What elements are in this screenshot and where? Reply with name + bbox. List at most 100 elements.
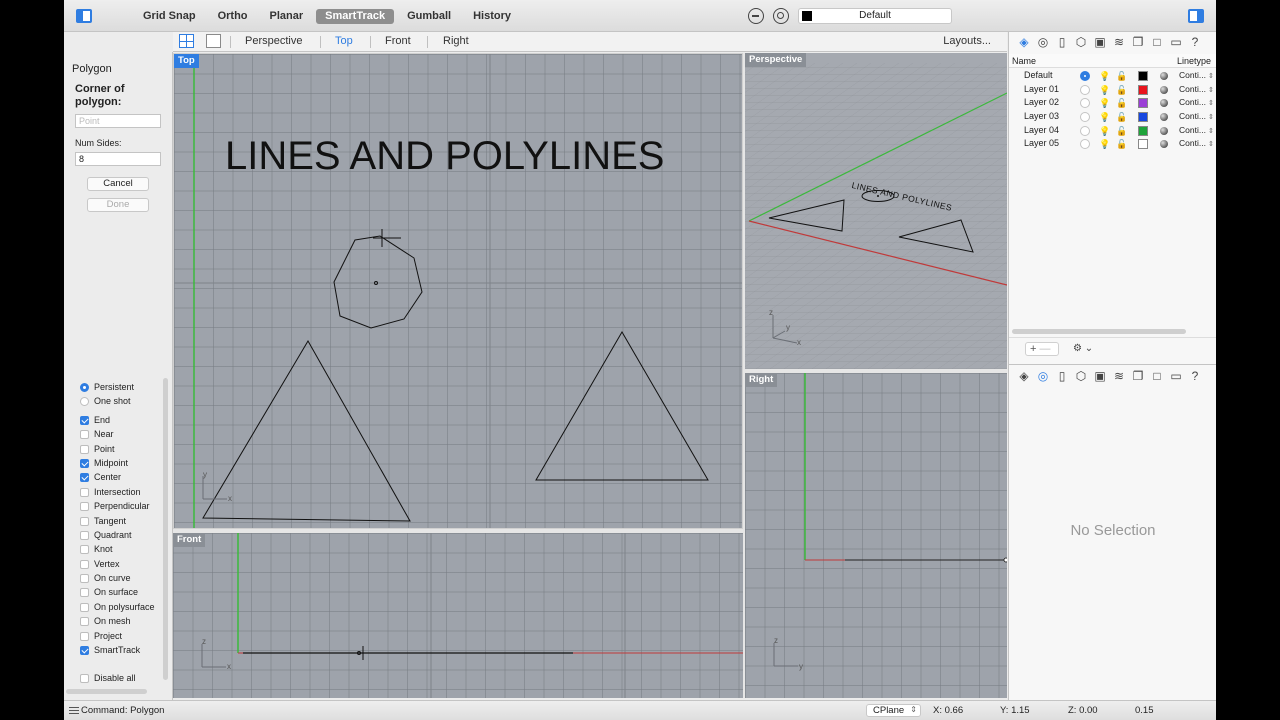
bulb-icon[interactable]: 💡 bbox=[1099, 138, 1110, 151]
display-icon[interactable]: ▭ bbox=[1169, 369, 1183, 383]
triangle-left[interactable] bbox=[202, 340, 411, 522]
osnap-end[interactable]: End bbox=[79, 413, 163, 427]
layer-row[interactable]: Layer 05 💡 🔓 Conti... bbox=[1009, 137, 1216, 151]
help-icon[interactable]: ? bbox=[1188, 35, 1202, 49]
osnap-on-curve[interactable]: On curve bbox=[79, 571, 163, 585]
radio-icon[interactable] bbox=[80, 383, 89, 392]
toggle-right-panel-icon[interactable] bbox=[1188, 9, 1204, 23]
lock-icon[interactable]: 🔓 bbox=[1116, 111, 1127, 124]
osnap-circle-icon[interactable] bbox=[773, 8, 789, 24]
layer-name-header[interactable]: Name bbox=[1012, 56, 1036, 66]
cube-icon[interactable]: ⬡ bbox=[1074, 35, 1088, 49]
layer-color[interactable] bbox=[1138, 71, 1148, 81]
history-toggle[interactable]: History bbox=[464, 9, 520, 24]
ortho-toggle[interactable]: Ortho bbox=[209, 9, 257, 24]
bulb-icon[interactable]: 💡 bbox=[1099, 84, 1110, 97]
checkbox-icon[interactable] bbox=[80, 502, 89, 512]
cancel-button[interactable]: Cancel bbox=[87, 177, 149, 191]
layer-name[interactable]: Default bbox=[1024, 69, 1053, 82]
layer-row[interactable]: Layer 01 💡 🔓 Conti... bbox=[1009, 83, 1216, 97]
viewport-label-front[interactable]: Front bbox=[173, 533, 206, 547]
viewport-label-top[interactable]: Top bbox=[174, 54, 199, 68]
lock-icon[interactable]: 🔓 bbox=[1116, 84, 1127, 97]
material-icon[interactable] bbox=[1160, 113, 1168, 122]
viewport-right[interactable]: y z Right bbox=[745, 373, 1007, 698]
display-icon[interactable]: ▭ bbox=[1169, 35, 1183, 49]
layer-name[interactable]: Layer 01 bbox=[1024, 83, 1059, 96]
osnap-on-surface[interactable]: On surface bbox=[79, 585, 163, 599]
lines-and-polylines-text[interactable]: LINES AND POLYLINES bbox=[225, 134, 664, 179]
osnap-midpoint[interactable]: Midpoint bbox=[79, 456, 163, 470]
current-layer-radio[interactable] bbox=[1080, 139, 1090, 150]
current-layer-radio[interactable] bbox=[1080, 84, 1090, 95]
osnap-project[interactable]: Project bbox=[79, 629, 163, 643]
checkbox-icon[interactable] bbox=[80, 473, 89, 483]
copy-icon[interactable]: ❐ bbox=[1131, 369, 1145, 383]
single-viewport-layout-icon[interactable] bbox=[206, 34, 221, 48]
lights-icon[interactable]: ≋ bbox=[1112, 35, 1126, 49]
layer-color[interactable] bbox=[1138, 112, 1148, 123]
viewport-label-perspective[interactable]: Perspective bbox=[745, 53, 807, 67]
layer-options-gear-icon[interactable]: ⚙ ⌄ bbox=[1073, 342, 1099, 356]
radio-icon[interactable] bbox=[80, 397, 89, 407]
copy-icon[interactable]: ❐ bbox=[1131, 35, 1145, 49]
help-icon[interactable]: ? bbox=[1188, 369, 1202, 383]
properties-icon[interactable]: ◎ bbox=[1036, 369, 1050, 383]
current-layer-radio[interactable] bbox=[1080, 112, 1090, 123]
cplane-select[interactable]: CPlane bbox=[866, 704, 921, 717]
lock-icon[interactable]: 🔓 bbox=[1116, 97, 1127, 110]
layer-name[interactable]: Layer 04 bbox=[1024, 124, 1059, 137]
checkbox-icon[interactable] bbox=[80, 415, 89, 425]
layers-icon[interactable]: ◈ bbox=[1017, 369, 1031, 383]
layer-row[interactable]: Layer 02 💡 🔓 Conti... bbox=[1009, 96, 1216, 110]
layouts-button[interactable]: Layouts... bbox=[943, 35, 991, 47]
bulb-icon[interactable]: 💡 bbox=[1099, 70, 1110, 83]
lock-icon[interactable]: 🔓 bbox=[1116, 70, 1127, 83]
checkbox-icon[interactable] bbox=[80, 530, 89, 540]
osnap-smarttrack[interactable]: SmartTrack bbox=[79, 643, 163, 657]
tab-front[interactable]: Front bbox=[385, 35, 411, 47]
command-line[interactable]: Command: Polygon bbox=[81, 705, 164, 716]
layer-color[interactable] bbox=[1138, 98, 1148, 109]
linetype-header[interactable]: Linetype bbox=[1177, 56, 1211, 66]
material-icon[interactable] bbox=[1160, 99, 1168, 108]
osnap-on-polysurface[interactable]: On polysurface bbox=[79, 600, 163, 614]
material-icon[interactable] bbox=[1160, 126, 1168, 135]
done-button[interactable]: Done bbox=[87, 198, 149, 212]
layer-name[interactable]: Layer 03 bbox=[1024, 110, 1059, 123]
osnap-vertical-scrollbar[interactable] bbox=[163, 378, 168, 680]
current-layer-radio[interactable] bbox=[1080, 98, 1090, 109]
viewport-front[interactable]: x z Front bbox=[173, 533, 743, 698]
viewport-label-right[interactable]: Right bbox=[745, 373, 778, 387]
layer-linetype[interactable]: Conti... bbox=[1179, 69, 1214, 83]
add-layer-button[interactable]: + — bbox=[1025, 342, 1059, 356]
osnap-on-mesh[interactable]: On mesh bbox=[79, 614, 163, 628]
layer-row[interactable]: Default 💡 🔓 Conti... bbox=[1009, 69, 1216, 83]
checkbox-icon[interactable] bbox=[80, 487, 89, 497]
bulb-icon[interactable]: 💡 bbox=[1099, 111, 1110, 124]
checkbox-icon[interactable] bbox=[80, 444, 89, 454]
osnap-vertex[interactable]: Vertex bbox=[79, 557, 163, 571]
lock-icon[interactable]: 🔓 bbox=[1116, 125, 1127, 138]
osnap-disable-all[interactable]: Disable all bbox=[79, 671, 163, 685]
osnap-intersection[interactable]: Intersection bbox=[79, 485, 163, 499]
layer-horizontal-scrollbar[interactable] bbox=[1012, 329, 1186, 334]
bulb-icon[interactable]: 💡 bbox=[1099, 97, 1110, 110]
osnap-knot[interactable]: Knot bbox=[79, 542, 163, 556]
checkbox-icon[interactable] bbox=[80, 545, 89, 555]
checkbox-icon[interactable] bbox=[80, 574, 89, 584]
layer-color[interactable] bbox=[1138, 84, 1148, 95]
cube-icon[interactable]: ⬡ bbox=[1074, 369, 1088, 383]
grid-snap-toggle[interactable]: Grid Snap bbox=[134, 9, 205, 24]
layer-linetype[interactable]: Conti... bbox=[1179, 137, 1214, 151]
checkbox-icon[interactable] bbox=[80, 588, 89, 598]
material-icon[interactable] bbox=[1160, 85, 1168, 94]
checkbox-icon[interactable] bbox=[80, 559, 89, 569]
osnap-one-shot[interactable]: One shot bbox=[79, 394, 163, 408]
tab-perspective[interactable]: Perspective bbox=[245, 35, 302, 47]
material-icon[interactable] bbox=[1160, 140, 1168, 149]
remove-layer-icon[interactable]: — bbox=[1039, 343, 1050, 355]
layer-linetype[interactable]: Conti... bbox=[1179, 110, 1214, 124]
layer-linetype[interactable]: Conti... bbox=[1179, 124, 1214, 138]
checkbox-icon[interactable] bbox=[80, 631, 89, 641]
